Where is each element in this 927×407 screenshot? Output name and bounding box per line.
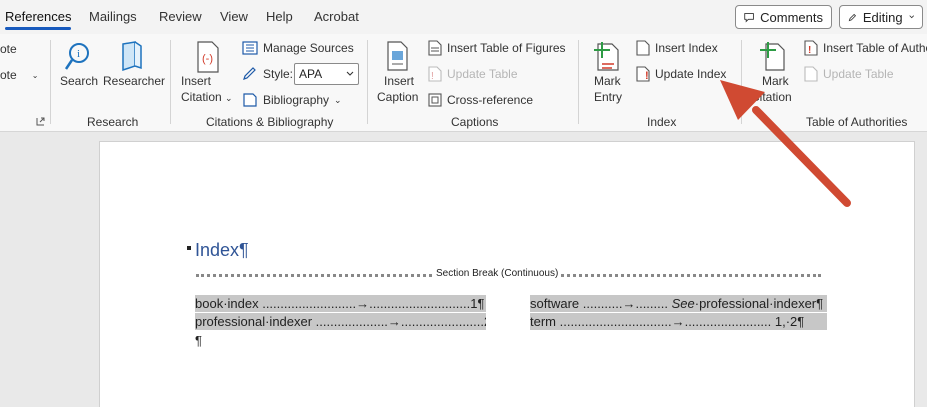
insert-index-icon (636, 40, 650, 56)
update-index-icon: ! (636, 66, 650, 82)
comment-icon (744, 12, 754, 23)
mark-citation-icon[interactable] (758, 40, 786, 72)
annotation-arrow (720, 80, 851, 207)
style-selector: Style: (242, 65, 293, 83)
svg-text:(-): (-) (202, 53, 213, 65)
svg-text:!: ! (431, 71, 434, 82)
researcher-button-label[interactable]: Researcher (103, 73, 165, 89)
insert-index-button[interactable]: Insert Index (636, 39, 718, 57)
comments-label: Comments (760, 9, 823, 25)
manage-sources-button[interactable]: Manage Sources (242, 39, 354, 57)
chevron-down-icon: ⌄ (225, 93, 233, 103)
group-separator (170, 40, 171, 124)
search-button-label[interactable]: Search (60, 73, 98, 89)
insert-table-of-figures-button[interactable]: Insert Table of Figures (428, 39, 566, 57)
citations-group-label: Citations & Bibliography (206, 115, 334, 129)
svg-text:!: ! (808, 45, 811, 56)
insert-citation-icon[interactable]: (-) (194, 40, 222, 74)
dialog-launcher-icon[interactable] (36, 117, 45, 126)
insert-caption-icon[interactable] (385, 40, 411, 72)
tab-view[interactable]: View (220, 9, 248, 24)
index-entry-see-target: ·professional·indexer¶ (694, 296, 824, 311)
insert-caption-label-2[interactable]: Caption (377, 89, 418, 105)
chevron-down-icon (908, 15, 914, 19)
chevron-down-icon: ⌄ (334, 94, 342, 105)
mark-entry-icon[interactable] (592, 40, 620, 72)
table-of-authorities-icon: ! (804, 40, 818, 56)
footnote-cmd-partial-2[interactable]: ote ⌄ (0, 66, 38, 84)
insert-table-of-authorities-button[interactable]: ! Insert Table of Autho (804, 39, 927, 57)
bibliography-button[interactable]: Bibliography ⌄ (242, 91, 342, 109)
table-of-figures-icon (428, 40, 442, 56)
pencil-icon (848, 13, 857, 21)
mark-entry-label-1[interactable]: Mark (594, 73, 621, 89)
comments-button[interactable]: Comments (735, 5, 832, 29)
active-tab-indicator (5, 27, 71, 30)
chevron-down-icon: ⌄ (31, 70, 39, 80)
index-entry[interactable]: software ...........→......... See·profe… (530, 295, 827, 312)
style-brush-icon (243, 67, 256, 80)
ribbon-tab-bar: References Mailings Review View Help Acr… (0, 0, 927, 34)
index-entry-term: software ...........→......... (530, 296, 672, 311)
footnote-cmd-partial-1[interactable]: ote (0, 40, 17, 58)
group-separator (50, 40, 51, 124)
svg-text:i: i (77, 48, 80, 60)
index-entry-see: See (671, 296, 695, 311)
update-table-icon: ! (428, 66, 442, 82)
editing-label: Editing (862, 9, 903, 25)
bibliography-icon (243, 93, 257, 107)
empty-paragraph-mark: ¶ (195, 333, 202, 348)
tab-acrobat[interactable]: Acrobat (314, 9, 359, 24)
cross-reference-button[interactable]: Cross-reference (428, 91, 533, 109)
group-separator (578, 40, 579, 124)
index-group-label: Index (647, 115, 677, 129)
svg-text:!: ! (645, 70, 649, 82)
section-break-label: Section Break (Continuous) (434, 268, 561, 279)
insert-caption-label-1[interactable]: Insert (384, 73, 414, 89)
index-entry[interactable]: professional·indexer ...................… (195, 313, 486, 330)
tab-review[interactable]: Review (159, 9, 202, 24)
style-value: APA (299, 67, 323, 81)
section-break: Section Break (Continuous) (196, 268, 821, 280)
manage-sources-icon (242, 41, 258, 55)
captions-group-label: Captions (451, 115, 499, 129)
researcher-icon[interactable] (117, 40, 147, 72)
insert-citation-label-2[interactable]: Citation ⌄ (181, 89, 233, 106)
search-icon[interactable]: i (64, 42, 92, 72)
chevron-down-icon (346, 71, 354, 76)
mark-entry-label-2[interactable]: Entry (594, 89, 622, 105)
insert-citation-label-1[interactable]: Insert (181, 73, 211, 89)
index-entry[interactable]: term ...............................→...… (530, 313, 827, 330)
editing-mode-button[interactable]: Editing (839, 5, 923, 29)
tab-help[interactable]: Help (266, 9, 293, 24)
style-dropdown[interactable]: APA (294, 63, 359, 85)
tab-references[interactable]: References (5, 9, 71, 24)
tab-mailings[interactable]: Mailings (89, 9, 137, 24)
index-heading[interactable]: Index¶ (195, 240, 249, 261)
cross-reference-icon (428, 93, 442, 107)
index-entry[interactable]: book·index ..........................→..… (195, 295, 486, 312)
research-group-label: Research (87, 115, 139, 129)
paragraph-mark-bullet (187, 246, 191, 250)
group-separator (367, 40, 368, 124)
update-table-button-captions[interactable]: ! Update Table (428, 65, 518, 83)
